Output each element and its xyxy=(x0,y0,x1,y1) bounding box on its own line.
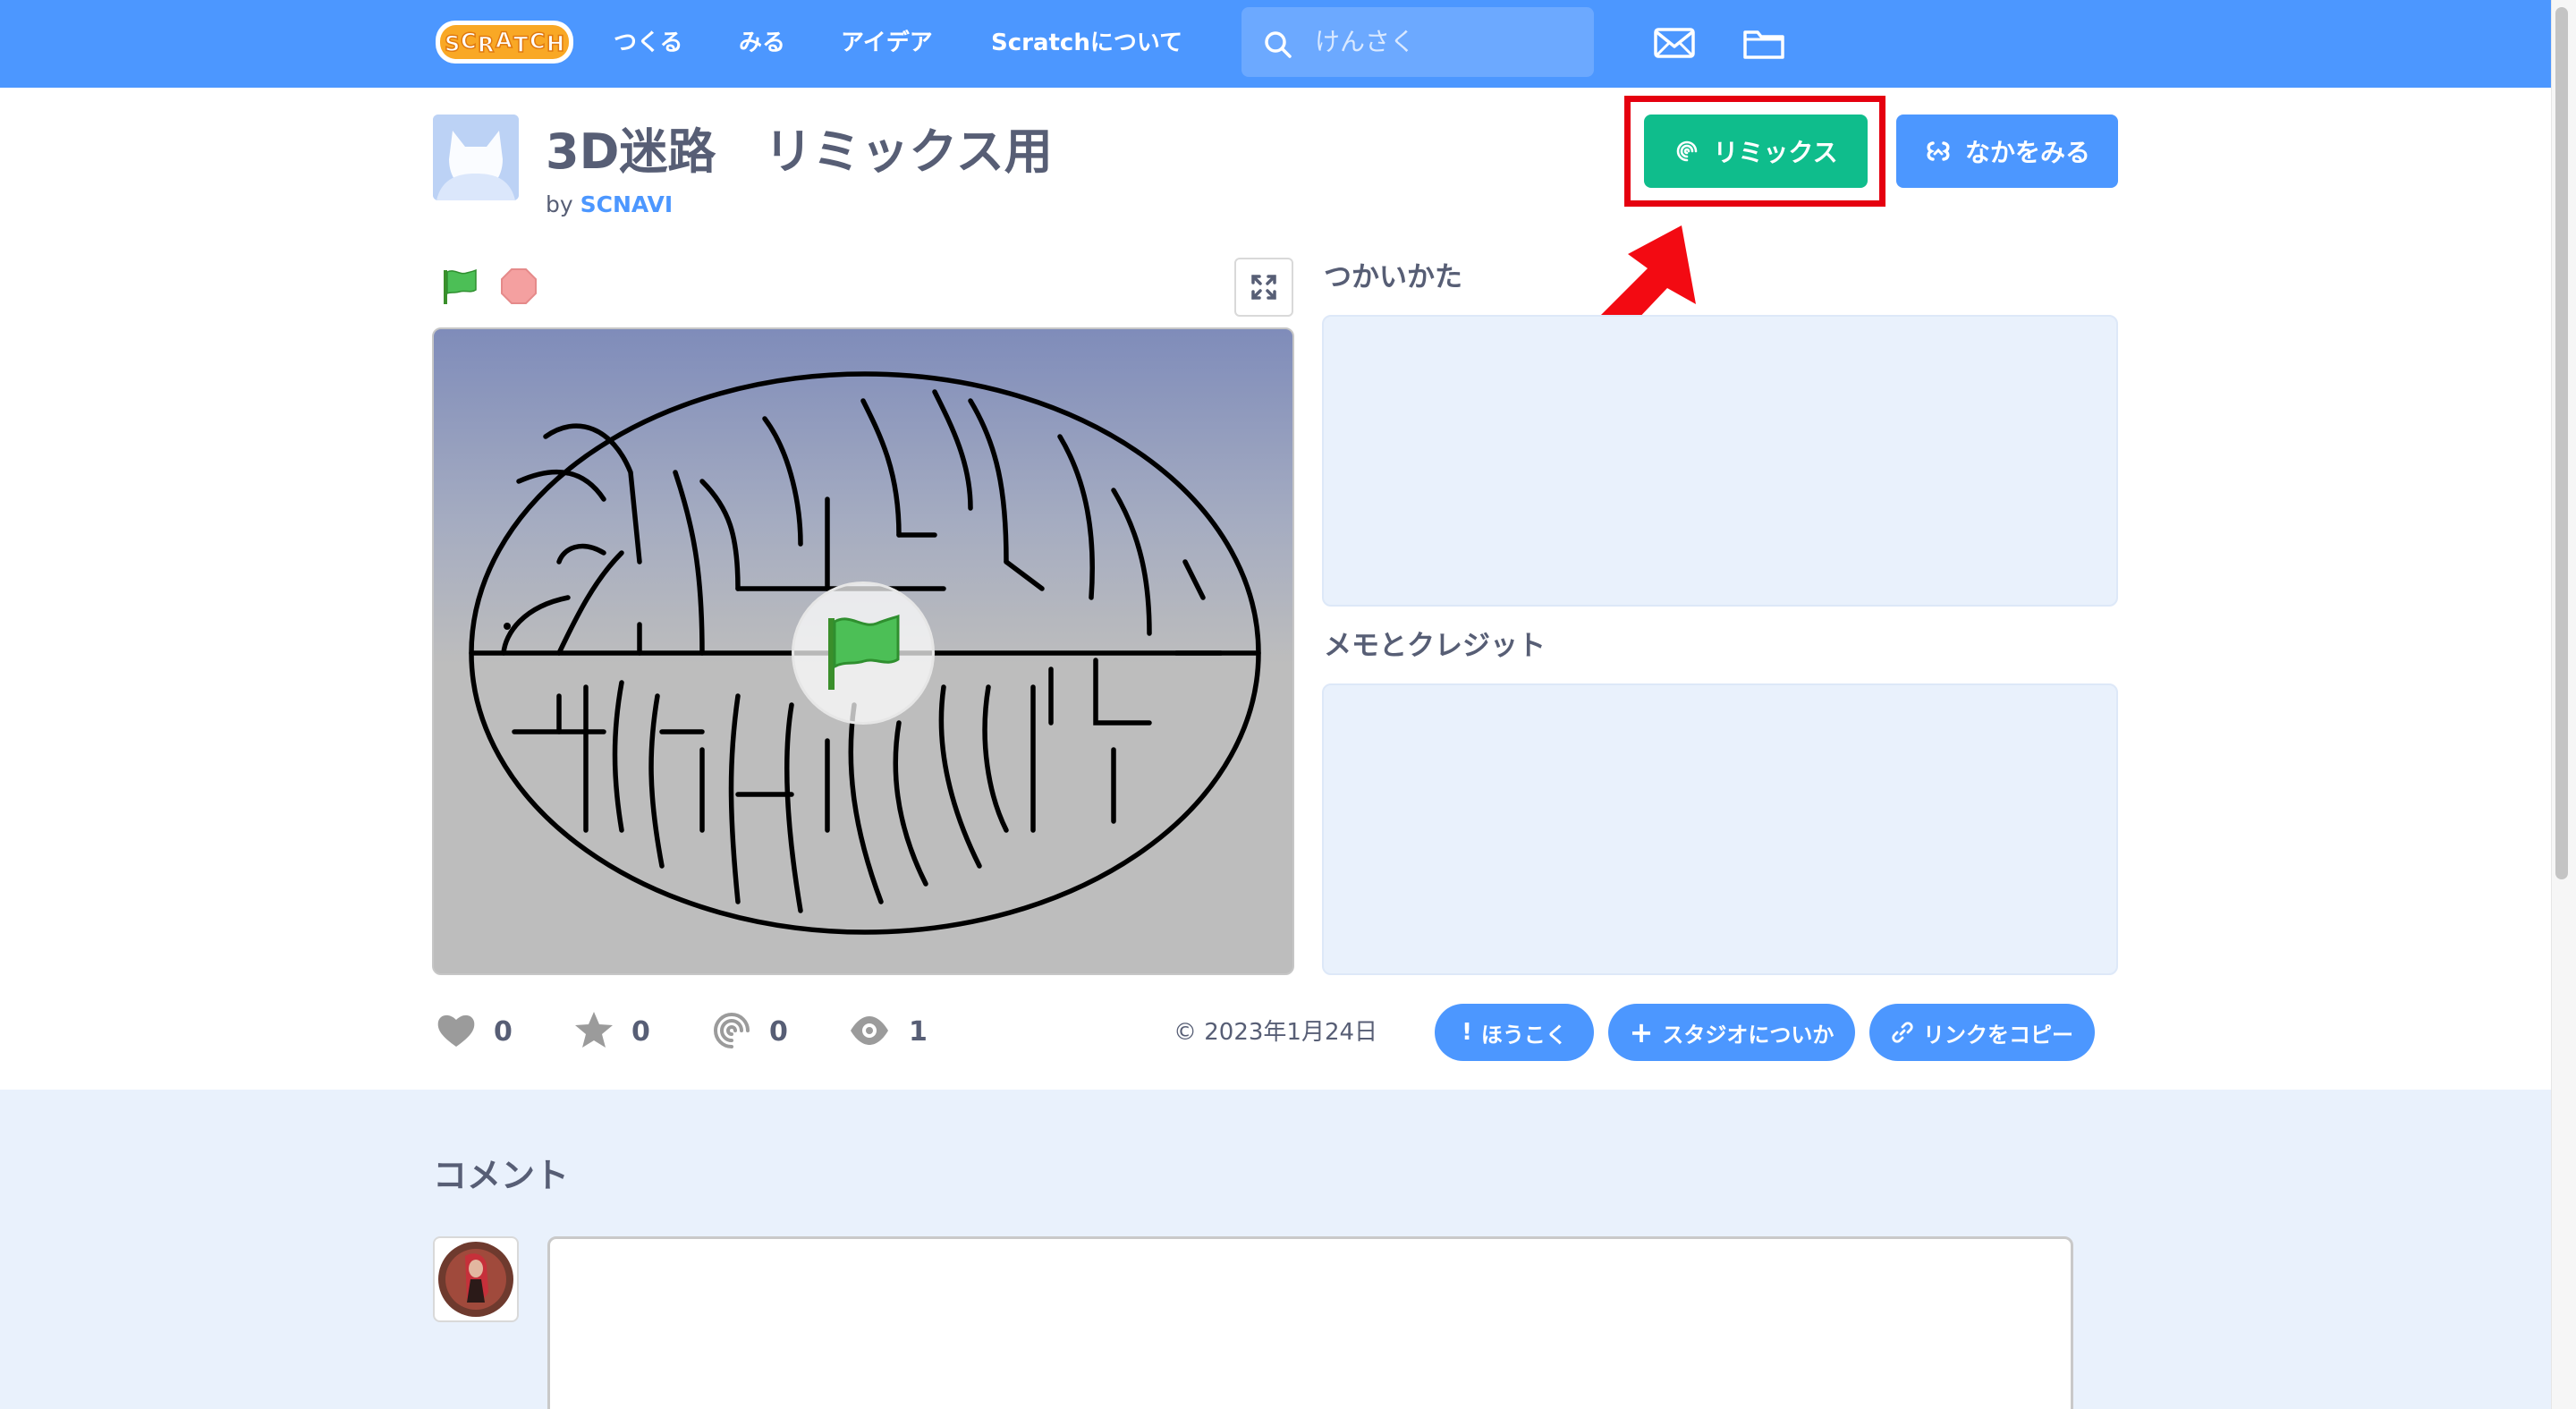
scrollbar-thumb[interactable] xyxy=(2555,7,2568,879)
view-icon xyxy=(851,1016,888,1045)
cat-avatar-icon xyxy=(433,115,519,200)
project-title: 3D迷路 リミックス用 xyxy=(546,123,1053,180)
comments-title: コメント xyxy=(433,1156,570,1195)
instructions-panel xyxy=(1322,315,2118,607)
report-button[interactable]: ! ほうこく xyxy=(1435,1004,1594,1061)
favorite-icon[interactable] xyxy=(572,1009,615,1052)
search-placeholder: けんさく xyxy=(1315,27,1416,56)
fullscreen-icon xyxy=(1251,275,1276,300)
fullscreen-button[interactable] xyxy=(1234,258,1293,317)
copy-link-label: リンクをコピー xyxy=(1923,1022,2073,1048)
svg-text:C: C xyxy=(461,29,477,54)
see-inside-button[interactable]: なかをみる xyxy=(1896,115,2118,188)
notes-label: メモとクレジット xyxy=(1324,630,1546,662)
stage-play-button[interactable] xyxy=(792,581,935,725)
share-date: © 2023年1月24日 xyxy=(1174,1018,1377,1047)
mail-icon[interactable] xyxy=(1651,20,1698,66)
user-photo-icon xyxy=(438,1242,513,1317)
remix-icon xyxy=(1677,140,1698,162)
folder-icon[interactable] xyxy=(1741,20,1787,66)
stage-green-flag-icon xyxy=(828,614,900,690)
favorite-count: 0 xyxy=(631,1016,650,1048)
link-icon xyxy=(1892,1022,1913,1043)
author-link[interactable]: SCNAVI xyxy=(580,191,674,217)
nav-explore[interactable]: みる xyxy=(739,25,785,61)
stop-icon[interactable] xyxy=(499,267,538,306)
svg-text:H: H xyxy=(547,31,564,56)
remix-count: 0 xyxy=(769,1016,788,1048)
copyright-icon: © xyxy=(1174,1019,1205,1046)
report-label: ほうこく xyxy=(1480,1022,1567,1048)
see-inside-icon xyxy=(1927,141,1950,161)
add-to-studio-button[interactable]: + スタジオについか xyxy=(1608,1004,1855,1061)
remix-label: リミックス xyxy=(1713,138,1838,167)
copy-link-button[interactable]: リンクをコピー xyxy=(1869,1004,2095,1061)
remix-button[interactable]: リミックス xyxy=(1644,115,1868,188)
svg-text:A: A xyxy=(496,28,513,53)
nav-create[interactable]: つくる xyxy=(614,25,682,61)
svg-text:C: C xyxy=(530,29,546,54)
search-input[interactable]: けんさく xyxy=(1241,7,1594,77)
plus-icon: + xyxy=(1629,1015,1654,1049)
top-navigation: SCRATCH つくる みる アイデア Scratchについて けんさく xyxy=(0,0,2551,88)
see-inside-label: なかをみる xyxy=(1964,138,2090,167)
svg-text:T: T xyxy=(513,32,529,57)
search-icon xyxy=(1265,31,1292,58)
notes-panel xyxy=(1322,683,2118,975)
svg-text:R: R xyxy=(478,32,494,57)
nav-about[interactable]: Scratchについて xyxy=(991,25,1182,61)
nav-ideas[interactable]: アイデア xyxy=(841,25,933,61)
instructions-label: つかいかた xyxy=(1324,261,1462,293)
view-count: 1 xyxy=(909,1016,928,1048)
love-count: 0 xyxy=(494,1016,513,1048)
remix-count-icon xyxy=(714,1013,750,1048)
comment-input[interactable] xyxy=(547,1236,2073,1409)
green-flag-icon[interactable] xyxy=(440,267,479,306)
svg-text:S: S xyxy=(445,31,460,56)
by-prefix: by xyxy=(546,191,580,217)
project-author-avatar[interactable] xyxy=(433,115,519,200)
love-icon[interactable] xyxy=(435,1009,478,1052)
current-user-avatar[interactable] xyxy=(433,1236,519,1322)
project-stage[interactable] xyxy=(432,327,1294,975)
add-to-studio-label: スタジオについか xyxy=(1662,1022,1835,1048)
exclamation-icon: ! xyxy=(1462,1019,1472,1046)
scratch-logo[interactable]: SCRATCH xyxy=(433,16,576,68)
project-byline: by SCNAVI xyxy=(546,190,673,220)
date-text: 2023年1月24日 xyxy=(1204,1019,1378,1046)
